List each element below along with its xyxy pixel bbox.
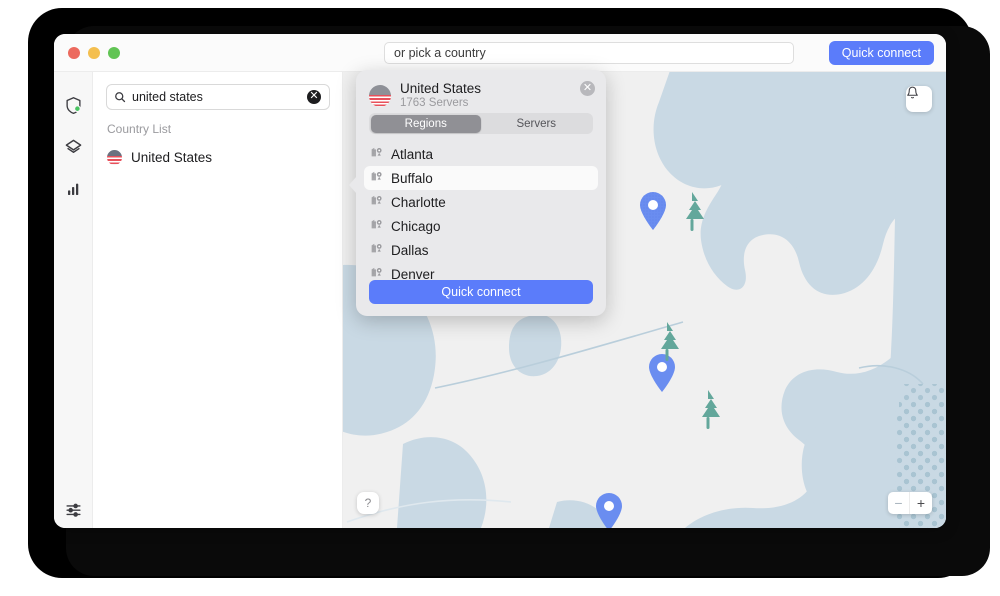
city-name: Charlotte [391, 194, 446, 210]
maximize-button[interactable] [108, 47, 120, 59]
close-button[interactable] [68, 47, 80, 59]
search-field[interactable]: ✕ [106, 84, 330, 110]
settings-button[interactable] [54, 492, 93, 526]
sidebar-item-servers[interactable] [54, 130, 93, 164]
popover-title: United States [400, 81, 482, 96]
traffic-lights [68, 47, 120, 59]
tab-servers[interactable]: Servers [481, 115, 592, 133]
icon-rail [54, 72, 93, 528]
zoom-out-button[interactable]: − [888, 492, 910, 514]
bell-icon [907, 86, 918, 99]
window-titlebar: or pick a country Quick connect [54, 34, 946, 72]
list-item[interactable]: Dallas [364, 238, 598, 262]
map-zoom-controls[interactable]: − + [888, 492, 932, 514]
regions-servers-segmented-control[interactable]: Regions Servers [369, 113, 593, 134]
list-item[interactable]: Buffalo [364, 166, 598, 190]
city-pin-icon [370, 145, 383, 163]
clear-search-icon[interactable]: ✕ [307, 90, 321, 104]
city-pin-icon [370, 169, 383, 187]
sliders-icon [66, 503, 81, 517]
city-pin-icon [370, 265, 383, 279]
city-name: Chicago [391, 218, 441, 234]
sidebar-item-statistics[interactable] [54, 172, 93, 206]
zoom-in-button[interactable]: + [910, 492, 932, 514]
list-item[interactable]: Atlanta [364, 142, 598, 166]
quick-connect-button[interactable]: Quick connect [828, 41, 934, 65]
layers-icon [65, 139, 82, 153]
country-name: United States [131, 149, 213, 165]
bar-chart-icon [67, 183, 78, 195]
country-detail-popover: United States 1763 Servers ✕ Regions Ser… [349, 70, 606, 316]
us-flag-icon [107, 149, 122, 165]
city-pin-icon [370, 241, 383, 259]
help-button[interactable]: ? [357, 492, 379, 514]
city-pin-icon [370, 217, 383, 235]
close-icon[interactable]: ✕ [580, 81, 595, 96]
city-pin-icon [370, 193, 383, 211]
list-item[interactable]: United States [101, 144, 333, 170]
city-list[interactable]: Atlanta Buffalo Charlotte Chicago Dallas… [364, 142, 598, 279]
city-name: Atlanta [391, 146, 434, 162]
shield-status-icon [66, 96, 81, 114]
minimize-button[interactable] [88, 47, 100, 59]
notifications-button[interactable] [906, 86, 932, 112]
country-list-panel: ✕ Country List United States [93, 72, 343, 528]
toolbar-search-input[interactable]: or pick a country [384, 42, 794, 64]
list-item[interactable]: Chicago [364, 214, 598, 238]
city-name: Denver [391, 266, 435, 280]
popover-quick-connect-button[interactable]: Quick connect [369, 280, 593, 304]
city-name: Dallas [391, 242, 429, 258]
city-name: Buffalo [391, 170, 433, 186]
search-icon [114, 91, 126, 103]
popover-server-count: 1763 Servers [400, 97, 469, 109]
list-item[interactable]: Charlotte [364, 190, 598, 214]
popover-header: United States 1763 Servers [369, 81, 481, 110]
list-item[interactable]: Denver [364, 262, 598, 279]
sidebar-item-vpn-status[interactable] [54, 88, 93, 122]
country-list-heading: Country List [107, 122, 172, 136]
popover-tail [349, 176, 357, 194]
help-label: ? [364, 496, 372, 510]
search-input[interactable] [132, 90, 307, 104]
app-window: ? − + united states ✕ Country List Unite… [54, 34, 946, 528]
tab-regions[interactable]: Regions [370, 114, 481, 133]
us-flag-icon [369, 84, 391, 107]
